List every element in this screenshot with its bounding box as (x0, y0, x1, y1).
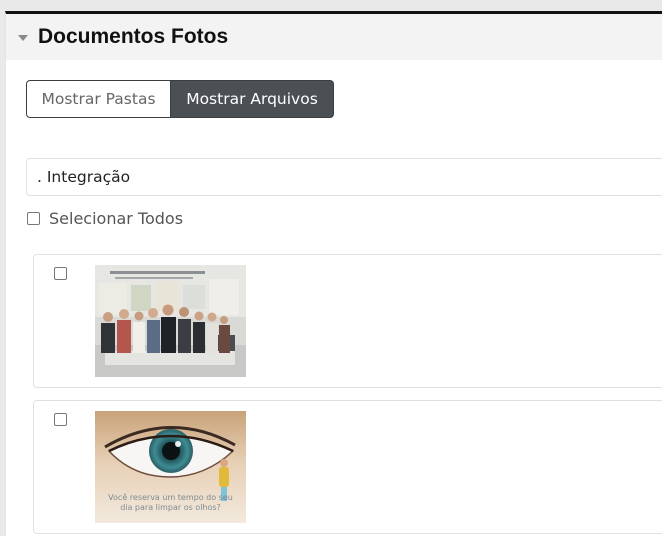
checkbox-icon[interactable] (27, 212, 40, 225)
caret-down-icon[interactable] (18, 34, 28, 41)
panel-title: Documentos Fotos (38, 25, 229, 48)
eye-poster-caption: Você reserva um tempo do seu dia para li… (108, 493, 233, 512)
file-checkbox[interactable] (54, 267, 67, 280)
file-item[interactable]: Você reserva um tempo do seu dia para li… (33, 400, 662, 534)
file-thumbnail-group-photo[interactable] (95, 265, 246, 377)
file-item[interactable] (33, 254, 662, 388)
show-files-button[interactable]: Mostrar Arquivos (171, 80, 334, 118)
file-thumbnail-eye-poster[interactable]: Você reserva um tempo do seu dia para li… (95, 411, 246, 523)
select-all-label: Selecionar Todos (49, 209, 184, 228)
select-all-checkbox[interactable]: Selecionar Todos (27, 209, 183, 228)
view-toggle: Mostrar Pastas Mostrar Arquivos (26, 80, 334, 118)
group-photo-image (95, 265, 246, 377)
show-folders-button[interactable]: Mostrar Pastas (26, 80, 171, 118)
file-checkbox[interactable] (54, 413, 67, 426)
documents-panel: Documentos Fotos Mostrar Pastas Mostrar … (5, 11, 662, 536)
folder-path[interactable]: . Integração (26, 158, 662, 196)
panel-header[interactable]: Documentos Fotos (6, 14, 662, 60)
